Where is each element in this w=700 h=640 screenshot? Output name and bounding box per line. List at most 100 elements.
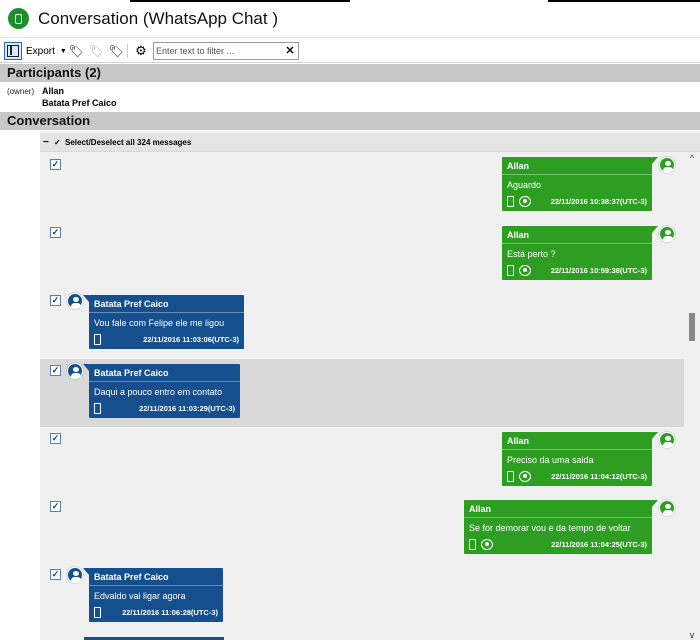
scroll-up-icon[interactable]: ^ xyxy=(687,153,697,163)
check-icon[interactable]: ✓ xyxy=(54,133,61,152)
message-text: Aguardo xyxy=(507,180,542,190)
message-bubble[interactable]: Allan Preciso da uma saida 22/11/2016 11… xyxy=(502,432,658,486)
message-timestamp: 22/11/2016 11:04:25(UTC-3) xyxy=(551,540,647,549)
message-footer: 22/11/2016 10:59:38(UTC-3) xyxy=(507,265,647,276)
message-row: ✓ Allan Preciso da uma saida 22/11/2016 … xyxy=(40,427,684,495)
owner-tag: (owner) xyxy=(7,87,35,96)
user-avatar-icon xyxy=(659,500,675,516)
participants-header: Participants (2) xyxy=(0,64,700,82)
vertical-scrollbar[interactable]: ^ v xyxy=(684,153,700,640)
message-timestamp: 22/11/2016 11:06:28(UTC-3) xyxy=(122,608,218,617)
message-checkbox[interactable]: ✓ xyxy=(50,227,61,238)
toolbar-separator xyxy=(127,44,128,58)
group-icon xyxy=(519,196,531,207)
message-list: ✓ Allan Aguardo 22/11/2016 10:38:37(UTC-… xyxy=(40,153,684,640)
tag-add-icon[interactable]: 🏷 xyxy=(108,42,124,60)
message-bubble[interactable]: Allan Está perto ? 22/11/2016 10:59:38(U… xyxy=(502,226,658,280)
message-footer: 22/11/2016 10:38:37(UTC-3) xyxy=(507,196,647,207)
phone-icon xyxy=(94,403,101,414)
toolbar: Export ▼ 🏷 🏷 🏷 ⚙ ✕ xyxy=(0,39,700,63)
message-sender: Batata Pref Caico xyxy=(94,572,169,582)
sender-divider xyxy=(502,174,652,175)
message-bubble[interactable]: Allan Se for demorar vou e da tempo de v… xyxy=(464,500,658,554)
message-timestamp: 22/11/2016 11:03:29(UTC-3) xyxy=(139,404,235,413)
top-border-line xyxy=(130,0,350,2)
message-bubble[interactable]: Batata Pref Caico Edvaldo vai ligar agor… xyxy=(83,568,223,622)
message-timestamp: 22/11/2016 10:38:37(UTC-3) xyxy=(550,197,647,206)
message-bubble[interactable]: Batata Pref Caico Vou fale com Felipe el… xyxy=(83,295,244,349)
message-text: Vou fale com Felipe ele me ligou xyxy=(94,318,225,328)
filter-field: ✕ xyxy=(153,42,299,60)
message-text: Está perto ? xyxy=(507,249,556,259)
message-row-selected: ✓ Batata Pref Caico Daqui a pouco entro … xyxy=(40,359,684,427)
message-sender: Batata Pref Caico xyxy=(94,368,169,378)
sender-divider xyxy=(89,585,223,586)
message-checkbox[interactable]: ✓ xyxy=(50,501,61,512)
sender-divider xyxy=(89,312,244,313)
window-title: Conversation (WhatsApp Chat ) xyxy=(38,9,278,28)
message-timestamp: 22/11/2016 10:59:38(UTC-3) xyxy=(550,266,647,275)
whatsapp-phone-icon xyxy=(8,8,29,29)
message-row: ✓ Allan Se for demorar vou e da tempo de… xyxy=(40,495,684,563)
message-checkbox[interactable]: ✓ xyxy=(50,295,61,306)
user-avatar-icon xyxy=(67,363,83,379)
message-text: Daqui a pouco entro em contato xyxy=(94,387,223,397)
participants-list: (owner) Allan Batata Pref Caico xyxy=(0,83,700,111)
user-avatar-icon xyxy=(659,432,675,448)
message-bubble[interactable]: Batata Pref Caico Daqui a pouco entro em… xyxy=(83,364,240,418)
user-avatar-icon xyxy=(67,293,83,309)
message-footer: 22/11/2016 11:04:12(UTC-3) xyxy=(507,471,647,482)
export-button[interactable]: Export ▼ xyxy=(26,42,67,60)
message-checkbox[interactable]: ✓ xyxy=(50,433,61,444)
filter-input[interactable] xyxy=(156,44,284,58)
message-checkbox[interactable]: ✓ xyxy=(50,365,61,376)
select-all-bar[interactable]: − ✓ Select/Deselect all 324 messages xyxy=(40,133,700,152)
message-text: Edvaldo vai ligar agora xyxy=(94,591,186,601)
tag-remove-icon[interactable]: 🏷 xyxy=(88,42,104,60)
scroll-down-icon[interactable]: v xyxy=(687,630,697,640)
message-footer: 22/11/2016 11:06:28(UTC-3) xyxy=(94,607,218,618)
sender-divider xyxy=(89,381,240,382)
message-checkbox[interactable]: ✓ xyxy=(50,569,61,580)
clear-filter-button[interactable]: ✕ xyxy=(284,44,296,58)
gear-icon[interactable]: ⚙ xyxy=(133,42,149,60)
sender-divider xyxy=(502,449,652,450)
group-icon xyxy=(519,265,531,276)
collapse-icon[interactable]: − xyxy=(43,133,49,152)
message-bubble[interactable]: Allan Aguardo 22/11/2016 10:38:37(UTC-3) xyxy=(502,157,658,211)
user-avatar-icon xyxy=(659,157,675,173)
user-avatar-icon xyxy=(67,567,83,583)
user-avatar-icon xyxy=(659,226,675,242)
message-row: ✓ Allan Está perto ? 22/11/2016 10:59:38… xyxy=(40,221,684,289)
message-checkbox[interactable]: ✓ xyxy=(50,159,61,170)
scrollbar-thumb[interactable] xyxy=(689,313,695,341)
phone-icon xyxy=(507,471,514,482)
message-row: ✓ Allan Aguardo 22/11/2016 10:38:37(UTC-… xyxy=(40,153,684,221)
title-bar: Conversation (WhatsApp Chat ) xyxy=(0,0,700,38)
message-footer: 22/11/2016 11:03:06(UTC-3) xyxy=(94,334,239,345)
group-icon xyxy=(481,539,493,550)
message-text: Se for demorar vou e da tempo de voltar xyxy=(469,523,631,533)
conversation-area: − ✓ Select/Deselect all 324 messages ✓ A… xyxy=(0,131,700,640)
phone-icon xyxy=(469,539,476,550)
participant-name: Allan xyxy=(42,86,65,96)
conversation-window: Conversation (WhatsApp Chat ) Export ▼ 🏷… xyxy=(0,0,700,640)
phone-icon xyxy=(507,265,514,276)
message-row: ✓ Batata Pref Caico Vou fale com Felipe … xyxy=(40,289,684,357)
message-timestamp: 22/11/2016 11:03:06(UTC-3) xyxy=(143,335,239,344)
message-sender: Allan xyxy=(469,504,492,514)
panel-toggle-button[interactable] xyxy=(4,42,22,60)
message-text: Preciso da uma saida xyxy=(507,455,594,465)
tag-icon[interactable]: 🏷 xyxy=(68,42,84,60)
phone-icon xyxy=(94,334,101,345)
participant-name: Batata Pref Caico xyxy=(42,98,117,108)
sender-divider xyxy=(502,243,652,244)
chevron-down-icon: ▼ xyxy=(59,47,67,55)
top-border-line xyxy=(548,0,700,2)
message-sender: Batata Pref Caico xyxy=(94,299,169,309)
panel-toggle-icon xyxy=(7,45,19,57)
export-label: Export xyxy=(26,45,55,57)
message-timestamp: 22/11/2016 11:04:12(UTC-3) xyxy=(551,472,647,481)
message-row: ✓ Batata Pref Caico Edvaldo vai ligar ag… xyxy=(40,563,684,640)
message-sender: Allan xyxy=(507,230,530,240)
